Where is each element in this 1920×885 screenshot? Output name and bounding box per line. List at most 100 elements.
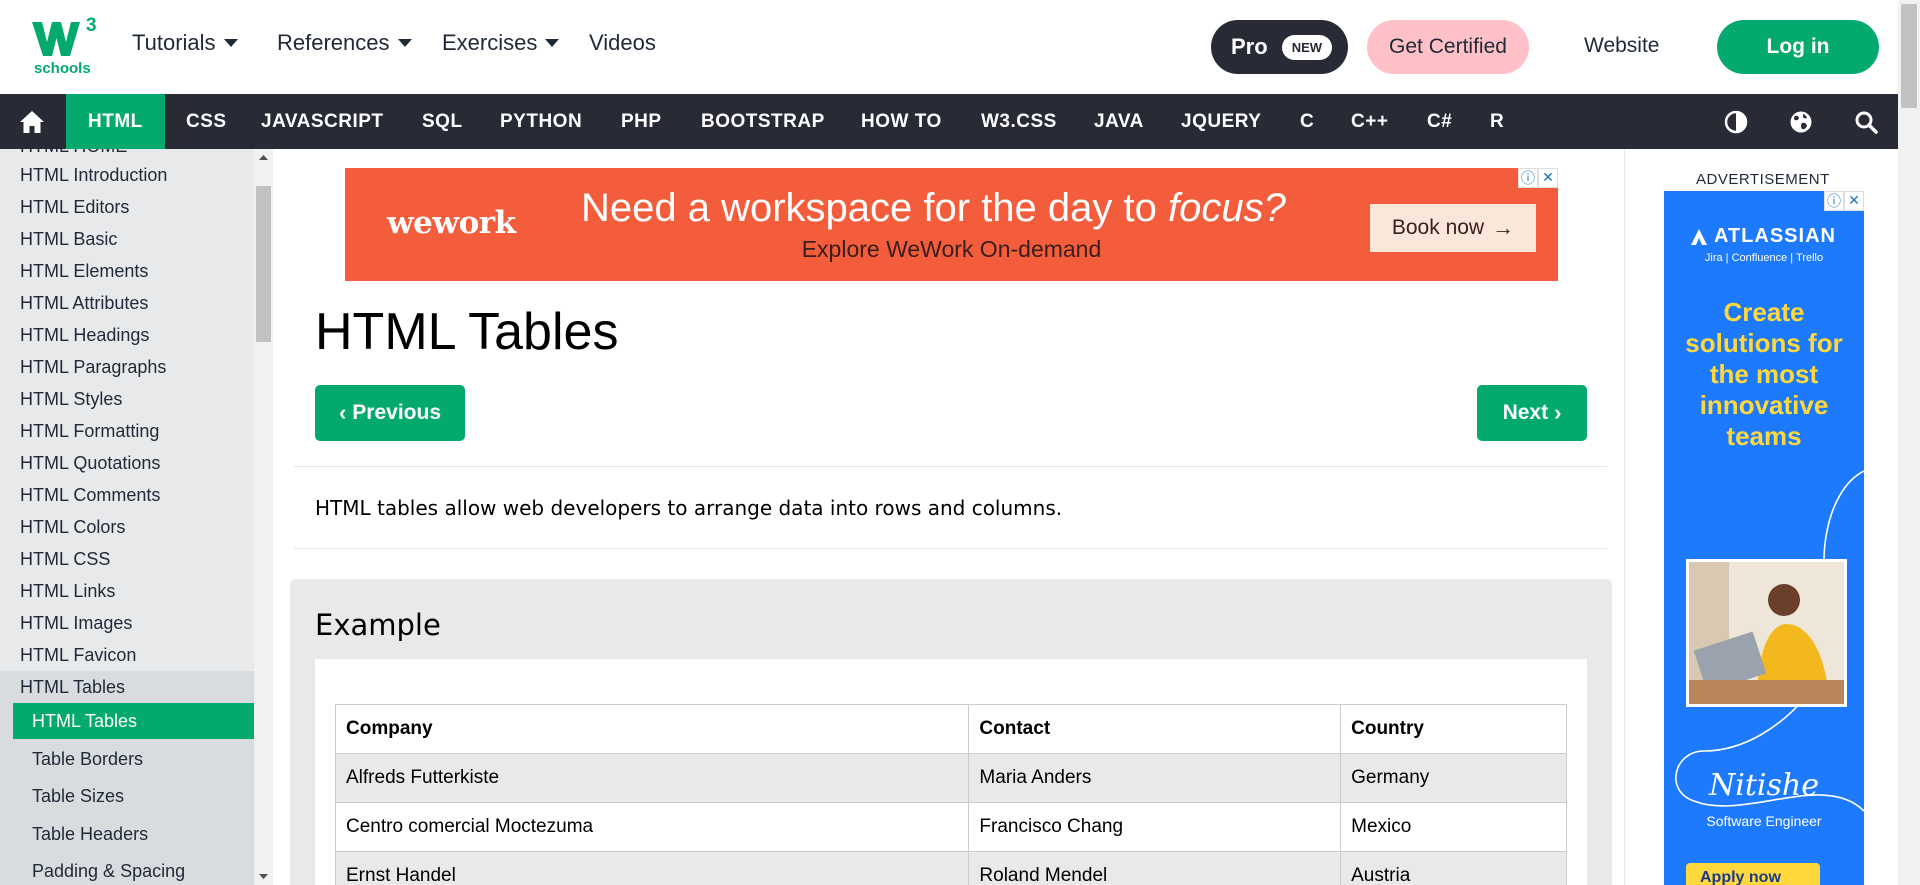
get-certified-button[interactable]: Get Certified	[1367, 20, 1529, 74]
sidebar-item-css[interactable]: HTML CSS	[20, 549, 110, 570]
table-cell: Ernst Handel	[334, 851, 970, 885]
table-cell: Alfreds Futterkiste	[334, 753, 970, 803]
top-bar: 3 schools Tutorials References Exercises…	[0, 0, 1898, 94]
home-icon	[20, 110, 44, 133]
logo-text: schools	[34, 60, 91, 76]
lang-tab-howto[interactable]: HOW TO	[861, 94, 942, 149]
next-button[interactable]: Next ›	[1477, 385, 1587, 441]
page-scroll-thumb[interactable]	[1901, 4, 1917, 108]
chevron-left-icon: ‹	[338, 400, 347, 425]
table-header-contact: Contact	[968, 704, 1342, 754]
lang-tab-cpp[interactable]: C++	[1351, 94, 1388, 149]
sidebar-item-tables-group[interactable]: HTML Tables	[20, 677, 125, 698]
intro-paragraph: HTML tables allow web developers to arra…	[315, 496, 1063, 520]
sidebar-item-html-home[interactable]: HTML HOME	[20, 149, 127, 157]
sidebar-subitem-padding-spacing[interactable]: Padding & Spacing	[13, 853, 254, 885]
scroll-down-icon[interactable]	[254, 869, 273, 883]
lang-tab-java[interactable]: JAVA	[1094, 94, 1144, 149]
new-badge: NEW	[1281, 34, 1333, 60]
page-title: HTML Tables	[315, 303, 619, 361]
table-cell: Mexico	[1340, 802, 1567, 852]
sidebar-item-headings[interactable]: HTML Headings	[20, 325, 149, 346]
sidebar-item-elements[interactable]: HTML Elements	[20, 261, 148, 282]
exercises-label: Exercises	[442, 30, 538, 55]
previous-button[interactable]: ‹ Previous	[315, 385, 465, 441]
sidebar-item-links[interactable]: HTML Links	[20, 581, 115, 602]
lang-tab-python[interactable]: PYTHON	[500, 94, 582, 149]
sidebar-item-images[interactable]: HTML Images	[20, 613, 132, 634]
table-row: Centro comercial Moctezuma Francisco Cha…	[334, 802, 1567, 852]
table-cell: Germany	[1340, 753, 1567, 803]
table-header-country: Country	[1340, 704, 1567, 754]
logo-superscript: 3	[86, 15, 97, 36]
lang-tab-sql[interactable]: SQL	[422, 94, 463, 149]
table-cell: Maria Anders	[968, 753, 1342, 803]
sidebar-item-comments[interactable]: HTML Comments	[20, 485, 160, 506]
table-header-company: Company	[334, 704, 970, 754]
search-button[interactable]	[1846, 94, 1886, 149]
banner-ad-headline: Need a workspace for the day to focus?	[581, 186, 1286, 231]
sidebar-subitem-table-sizes[interactable]: Table Sizes	[13, 778, 254, 814]
sidebar-item-colors[interactable]: HTML Colors	[20, 517, 125, 538]
lang-tab-php[interactable]: PHP	[621, 94, 662, 149]
sidebar-subitem-table-headers[interactable]: Table Headers	[13, 816, 254, 852]
ad-info-icon[interactable]: ⓘ	[1824, 191, 1844, 211]
sidebar-item-favicon[interactable]: HTML Favicon	[20, 645, 136, 666]
lang-tab-r[interactable]: R	[1490, 94, 1504, 149]
pro-button[interactable]: Pro NEW	[1211, 20, 1348, 74]
sidebar-item-styles[interactable]: HTML Styles	[20, 389, 122, 410]
search-icon	[1855, 111, 1878, 134]
exercises-menu[interactable]: Exercises	[442, 30, 560, 56]
table-cell: Francisco Chang	[968, 802, 1342, 852]
lang-tab-jquery[interactable]: JQUERY	[1181, 94, 1261, 149]
theme-toggle-button[interactable]	[1716, 94, 1756, 149]
lang-tab-bootstrap[interactable]: BOOTSTRAP	[701, 94, 825, 149]
sidebar-subitem-table-borders[interactable]: Table Borders	[13, 741, 254, 777]
table-cell: Centro comercial Moctezuma	[334, 802, 970, 852]
tutorials-label: Tutorials	[132, 30, 216, 55]
book-now-button[interactable]: Book now →	[1370, 204, 1536, 252]
lang-tab-w3css[interactable]: W3.CSS	[981, 94, 1057, 149]
sidebar-item-basic[interactable]: HTML Basic	[20, 229, 117, 250]
ad-close-icon[interactable]: ✕	[1844, 191, 1864, 211]
home-button[interactable]	[0, 94, 64, 149]
sidebar-item-formatting[interactable]: HTML Formatting	[20, 421, 159, 442]
apply-now-button[interactable]: Apply now	[1686, 863, 1820, 885]
table-cell: Roland Mendel	[968, 851, 1342, 885]
website-link[interactable]: Website	[1584, 34, 1659, 58]
sidebar-subitem-html-tables[interactable]: HTML Tables	[13, 703, 254, 739]
sidebar: HTML HOME HTML Introduction HTML Editors…	[0, 149, 254, 885]
sidebar-item-paragraphs[interactable]: HTML Paragraphs	[20, 357, 166, 378]
side-ad[interactable]: ATLASSIAN Jira | Confluence | Trello Cre…	[1664, 191, 1864, 885]
next-label: Next	[1502, 401, 1549, 424]
w3schools-logo[interactable]: 3 schools	[30, 14, 100, 77]
login-button[interactable]: Log in	[1717, 20, 1879, 74]
previous-label: Previous	[352, 401, 442, 424]
scroll-up-icon[interactable]	[254, 151, 273, 165]
book-now-label: Book now	[1391, 216, 1485, 239]
sidebar-item-editors[interactable]: HTML Editors	[20, 197, 129, 218]
page-scrollbar[interactable]	[1898, 0, 1920, 885]
advertisement-label: ADVERTISEMENT	[1696, 171, 1830, 188]
banner-ad[interactable]: wework Need a workspace for the day to f…	[345, 168, 1558, 281]
page: 3 schools Tutorials References Exercises…	[0, 0, 1920, 885]
sidebar-item-introduction[interactable]: HTML Introduction	[20, 165, 167, 186]
lang-tab-html[interactable]: HTML	[66, 94, 165, 149]
lang-tab-csharp[interactable]: C#	[1427, 94, 1452, 149]
sidebar-item-attributes[interactable]: HTML Attributes	[20, 293, 148, 314]
sidebar-scroll-thumb[interactable]	[256, 186, 271, 342]
chevron-right-icon: ›	[1554, 400, 1562, 425]
tutorials-menu[interactable]: Tutorials	[132, 30, 238, 56]
banner-ad-headline-emphasis: focus?	[1168, 186, 1286, 230]
ad-info-icon[interactable]: ⓘ	[1518, 168, 1538, 188]
language-button[interactable]	[1781, 94, 1821, 149]
lang-tab-css[interactable]: CSS	[186, 94, 227, 149]
videos-link[interactable]: Videos	[589, 30, 656, 56]
sidebar-item-quotations[interactable]: HTML Quotations	[20, 453, 160, 474]
caret-down-icon	[223, 39, 238, 47]
lang-tab-c[interactable]: C	[1300, 94, 1314, 149]
arrow-right-icon: →	[1492, 215, 1515, 240]
ad-close-icon[interactable]: ✕	[1538, 168, 1558, 188]
references-menu[interactable]: References	[277, 30, 412, 56]
lang-tab-javascript[interactable]: JAVASCRIPT	[261, 94, 384, 149]
